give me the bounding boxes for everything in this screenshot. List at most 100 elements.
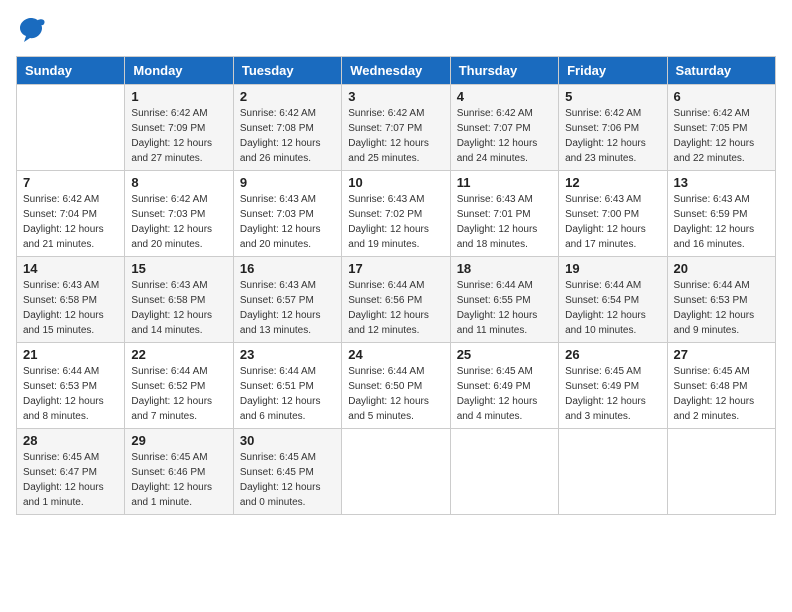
calendar-cell: 27 Sunrise: 6:45 AM Sunset: 6:48 PM Dayli… xyxy=(667,343,775,429)
calendar-week-row: 7Sunrise: 6:42 AM Sunset: 7:04 PM Daylig… xyxy=(17,171,776,257)
day-info: Sunrise: 6:42 AM Sunset: 7:04 PM Dayligh… xyxy=(23,192,118,252)
day-number: 23 xyxy=(240,347,335,362)
calendar-cell xyxy=(17,85,125,171)
calendar-cell: 21 Sunrise: 6:44 AM Sunset: 6:53 PM Dayli… xyxy=(17,343,125,429)
day-info: Sunrise: 6:43 AM Sunset: 6:59 PM Dayligh… xyxy=(674,192,769,252)
calendar-cell: 30 Sunrise: 6:45 AM Sunset: 6:45 PM Dayli… xyxy=(233,429,341,515)
calendar-cell: 10 Sunrise: 6:43 AM Sunset: 7:02 PM Dayli… xyxy=(342,171,450,257)
calendar-header-row: SundayMondayTuesdayWednesdayThursdayFrid… xyxy=(17,57,776,85)
calendar-cell: 8Sunrise: 6:42 AM Sunset: 7:03 PM Daylig… xyxy=(125,171,233,257)
calendar-cell: 16 Sunrise: 6:43 AM Sunset: 6:57 PM Dayli… xyxy=(233,257,341,343)
calendar-cell: 5Sunrise: 6:42 AM Sunset: 7:06 PM Daylig… xyxy=(559,85,667,171)
calendar-cell: 6 Sunrise: 6:42 AM Sunset: 7:05 PM Daylig… xyxy=(667,85,775,171)
calendar-week-row: 28 Sunrise: 6:45 AM Sunset: 6:47 PM Dayli… xyxy=(17,429,776,515)
day-info: Sunrise: 6:44 AM Sunset: 6:56 PM Dayligh… xyxy=(348,278,443,338)
day-info: Sunrise: 6:44 AM Sunset: 6:52 PM Dayligh… xyxy=(131,364,226,424)
header-wednesday: Wednesday xyxy=(342,57,450,85)
calendar-cell xyxy=(342,429,450,515)
day-number: 6 xyxy=(674,89,769,104)
day-info: Sunrise: 6:43 AM Sunset: 7:01 PM Dayligh… xyxy=(457,192,552,252)
calendar-cell: 12 Sunrise: 6:43 AM Sunset: 7:00 PM Dayli… xyxy=(559,171,667,257)
day-info: Sunrise: 6:45 AM Sunset: 6:49 PM Dayligh… xyxy=(565,364,660,424)
calendar-cell: 11 Sunrise: 6:43 AM Sunset: 7:01 PM Dayli… xyxy=(450,171,558,257)
day-info: Sunrise: 6:45 AM Sunset: 6:48 PM Dayligh… xyxy=(674,364,769,424)
calendar-cell: 9 Sunrise: 6:43 AM Sunset: 7:03 PM Daylig… xyxy=(233,171,341,257)
calendar-cell: 14 Sunrise: 6:43 AM Sunset: 6:58 PM Dayli… xyxy=(17,257,125,343)
calendar-cell: 22Sunrise: 6:44 AM Sunset: 6:52 PM Dayli… xyxy=(125,343,233,429)
calendar-cell xyxy=(559,429,667,515)
calendar-week-row: 14 Sunrise: 6:43 AM Sunset: 6:58 PM Dayli… xyxy=(17,257,776,343)
day-info: Sunrise: 6:42 AM Sunset: 7:07 PM Dayligh… xyxy=(457,106,552,166)
calendar-cell: 20 Sunrise: 6:44 AM Sunset: 6:53 PM Dayli… xyxy=(667,257,775,343)
day-number: 19 xyxy=(565,261,660,276)
day-number: 10 xyxy=(348,175,443,190)
calendar-week-row: 21 Sunrise: 6:44 AM Sunset: 6:53 PM Dayli… xyxy=(17,343,776,429)
header-monday: Monday xyxy=(125,57,233,85)
calendar-cell: 4 Sunrise: 6:42 AM Sunset: 7:07 PM Daylig… xyxy=(450,85,558,171)
day-info: Sunrise: 6:44 AM Sunset: 6:53 PM Dayligh… xyxy=(23,364,118,424)
day-info: Sunrise: 6:42 AM Sunset: 7:05 PM Dayligh… xyxy=(674,106,769,166)
header-thursday: Thursday xyxy=(450,57,558,85)
page-header xyxy=(16,16,776,44)
calendar-cell: 2 Sunrise: 6:42 AM Sunset: 7:08 PM Daylig… xyxy=(233,85,341,171)
day-info: Sunrise: 6:43 AM Sunset: 6:58 PM Dayligh… xyxy=(23,278,118,338)
day-info: Sunrise: 6:42 AM Sunset: 7:07 PM Dayligh… xyxy=(348,106,443,166)
calendar-cell: 1 Sunrise: 6:42 AM Sunset: 7:09 PM Daylig… xyxy=(125,85,233,171)
day-number: 5 xyxy=(565,89,660,104)
header-friday: Friday xyxy=(559,57,667,85)
day-number: 24 xyxy=(348,347,443,362)
calendar-cell xyxy=(450,429,558,515)
calendar-cell: 29 Sunrise: 6:45 AM Sunset: 6:46 PM Dayli… xyxy=(125,429,233,515)
day-number: 14 xyxy=(23,261,118,276)
day-info: Sunrise: 6:42 AM Sunset: 7:08 PM Dayligh… xyxy=(240,106,335,166)
day-number: 2 xyxy=(240,89,335,104)
day-number: 28 xyxy=(23,433,118,448)
day-info: Sunrise: 6:43 AM Sunset: 7:00 PM Dayligh… xyxy=(565,192,660,252)
day-number: 17 xyxy=(348,261,443,276)
day-number: 9 xyxy=(240,175,335,190)
header-tuesday: Tuesday xyxy=(233,57,341,85)
logo xyxy=(16,16,50,44)
day-number: 18 xyxy=(457,261,552,276)
logo-icon xyxy=(16,16,46,44)
day-info: Sunrise: 6:44 AM Sunset: 6:50 PM Dayligh… xyxy=(348,364,443,424)
day-number: 3 xyxy=(348,89,443,104)
day-info: Sunrise: 6:42 AM Sunset: 7:09 PM Dayligh… xyxy=(131,106,226,166)
calendar-cell: 7Sunrise: 6:42 AM Sunset: 7:04 PM Daylig… xyxy=(17,171,125,257)
day-number: 15 xyxy=(131,261,226,276)
day-info: Sunrise: 6:45 AM Sunset: 6:49 PM Dayligh… xyxy=(457,364,552,424)
day-number: 25 xyxy=(457,347,552,362)
calendar-cell: 19 Sunrise: 6:44 AM Sunset: 6:54 PM Dayli… xyxy=(559,257,667,343)
day-number: 20 xyxy=(674,261,769,276)
day-number: 27 xyxy=(674,347,769,362)
day-number: 29 xyxy=(131,433,226,448)
day-info: Sunrise: 6:44 AM Sunset: 6:53 PM Dayligh… xyxy=(674,278,769,338)
day-number: 30 xyxy=(240,433,335,448)
day-number: 13 xyxy=(674,175,769,190)
calendar-cell: 3 Sunrise: 6:42 AM Sunset: 7:07 PM Daylig… xyxy=(342,85,450,171)
calendar-table: SundayMondayTuesdayWednesdayThursdayFrid… xyxy=(16,56,776,515)
day-number: 16 xyxy=(240,261,335,276)
day-number: 26 xyxy=(565,347,660,362)
calendar-cell: 15 Sunrise: 6:43 AM Sunset: 6:58 PM Dayli… xyxy=(125,257,233,343)
calendar-cell xyxy=(667,429,775,515)
day-info: Sunrise: 6:44 AM Sunset: 6:54 PM Dayligh… xyxy=(565,278,660,338)
calendar-cell: 24 Sunrise: 6:44 AM Sunset: 6:50 PM Dayli… xyxy=(342,343,450,429)
day-info: Sunrise: 6:43 AM Sunset: 6:57 PM Dayligh… xyxy=(240,278,335,338)
day-number: 4 xyxy=(457,89,552,104)
day-info: Sunrise: 6:43 AM Sunset: 6:58 PM Dayligh… xyxy=(131,278,226,338)
day-info: Sunrise: 6:43 AM Sunset: 7:02 PM Dayligh… xyxy=(348,192,443,252)
day-info: Sunrise: 6:45 AM Sunset: 6:47 PM Dayligh… xyxy=(23,450,118,510)
calendar-cell: 23Sunrise: 6:44 AM Sunset: 6:51 PM Dayli… xyxy=(233,343,341,429)
day-number: 12 xyxy=(565,175,660,190)
header-saturday: Saturday xyxy=(667,57,775,85)
day-number: 21 xyxy=(23,347,118,362)
day-info: Sunrise: 6:43 AM Sunset: 7:03 PM Dayligh… xyxy=(240,192,335,252)
day-info: Sunrise: 6:45 AM Sunset: 6:46 PM Dayligh… xyxy=(131,450,226,510)
day-number: 1 xyxy=(131,89,226,104)
calendar-cell: 13 Sunrise: 6:43 AM Sunset: 6:59 PM Dayli… xyxy=(667,171,775,257)
day-number: 11 xyxy=(457,175,552,190)
day-info: Sunrise: 6:45 AM Sunset: 6:45 PM Dayligh… xyxy=(240,450,335,510)
day-info: Sunrise: 6:44 AM Sunset: 6:55 PM Dayligh… xyxy=(457,278,552,338)
calendar-cell: 18 Sunrise: 6:44 AM Sunset: 6:55 PM Dayli… xyxy=(450,257,558,343)
